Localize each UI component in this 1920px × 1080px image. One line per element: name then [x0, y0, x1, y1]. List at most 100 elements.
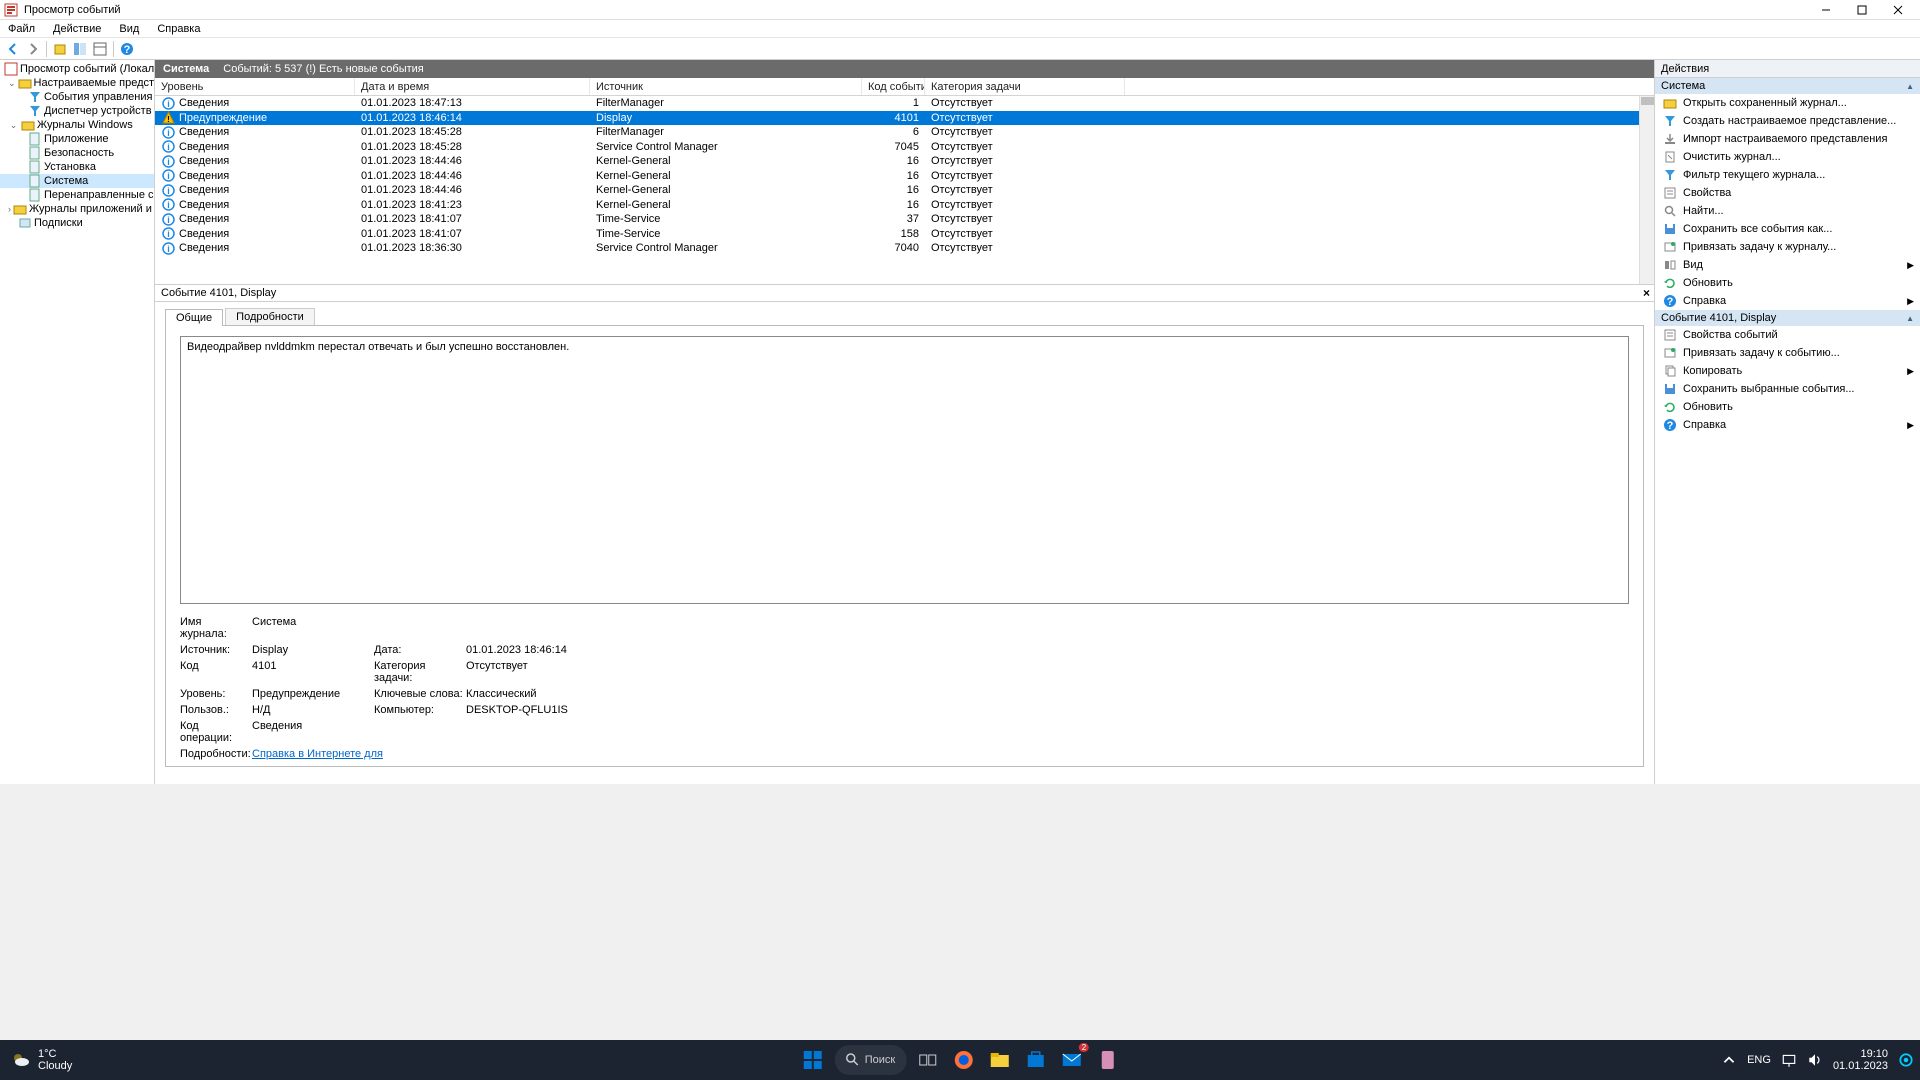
action-item[interactable]: Найти...: [1655, 202, 1920, 220]
event-row[interactable]: iСведения01.01.2023 18:41:23Kernel-Gener…: [155, 198, 1654, 213]
event-source: FilterManager: [590, 126, 862, 138]
store-icon[interactable]: [1021, 1045, 1051, 1075]
event-row[interactable]: iСведения01.01.2023 18:45:28Service Cont…: [155, 140, 1654, 155]
event-row[interactable]: iСведения01.01.2023 18:41:07Time-Service…: [155, 227, 1654, 242]
actions-section-system[interactable]: Система▲: [1655, 78, 1920, 94]
minimize-button[interactable]: [1808, 1, 1844, 19]
expand-icon[interactable]: ⌄: [8, 78, 16, 89]
maximize-button[interactable]: [1844, 1, 1880, 19]
col-date[interactable]: Дата и время: [355, 78, 590, 95]
toolbar-help-icon[interactable]: ?: [118, 40, 136, 58]
clock[interactable]: 19:1001.01.2023: [1833, 1048, 1888, 1072]
tree-custom-views[interactable]: Настраиваемые представл: [34, 77, 155, 89]
tab-general[interactable]: Общие: [165, 309, 223, 326]
actions-section-event[interactable]: Событие 4101, Display▲: [1655, 310, 1920, 326]
action-item[interactable]: Импорт настраиваемого представления: [1655, 130, 1920, 148]
tree-root[interactable]: Просмотр событий (Локальный: [20, 63, 155, 75]
start-button[interactable]: [797, 1044, 829, 1076]
close-button[interactable]: [1880, 1, 1916, 19]
nav-tree[interactable]: Просмотр событий (Локальный ⌄ Настраиваем…: [0, 60, 155, 784]
search-box[interactable]: Поиск: [835, 1045, 907, 1075]
network-icon[interactable]: [1781, 1052, 1797, 1068]
back-button[interactable]: [4, 40, 22, 58]
action-item[interactable]: Копировать▶: [1655, 362, 1920, 380]
expand-icon[interactable]: ›: [8, 204, 11, 214]
detail-close-button[interactable]: ×: [1643, 286, 1650, 300]
svg-text:i: i: [167, 157, 170, 167]
prop-value: Сведения: [252, 720, 372, 744]
menu-help[interactable]: Справка: [155, 22, 202, 36]
refresh-icon: [1663, 276, 1677, 290]
tree-item[interactable]: События управления: [44, 91, 152, 103]
online-help-link[interactable]: Справка в Интернете для: [252, 748, 383, 760]
action-item[interactable]: Создать настраиваемое представление...: [1655, 112, 1920, 130]
notifications-icon[interactable]: [1898, 1052, 1914, 1068]
tree-item[interactable]: Установка: [44, 161, 96, 173]
tray-chevron-icon[interactable]: [1721, 1052, 1737, 1068]
tree-item[interactable]: Безопасность: [44, 147, 114, 159]
tree-item[interactable]: Приложение: [44, 133, 109, 145]
action-item[interactable]: Обновить: [1655, 274, 1920, 292]
action-item[interactable]: Свойства событий: [1655, 326, 1920, 344]
action-item[interactable]: Сохранить все события как...: [1655, 220, 1920, 238]
toolbar-icon-1[interactable]: [51, 40, 69, 58]
mail-icon[interactable]: 2: [1057, 1045, 1087, 1075]
event-row[interactable]: iСведения01.01.2023 18:44:46Kernel-Gener…: [155, 154, 1654, 169]
action-item[interactable]: Открыть сохраненный журнал...: [1655, 94, 1920, 112]
action-item[interactable]: Сохранить выбранные события...: [1655, 380, 1920, 398]
col-source[interactable]: Источник: [590, 78, 862, 95]
col-code[interactable]: Код события: [862, 78, 925, 95]
tab-details[interactable]: Подробности: [225, 308, 315, 325]
language-indicator[interactable]: ENG: [1747, 1054, 1771, 1066]
action-item[interactable]: Свойства: [1655, 184, 1920, 202]
prop-label: Код: [180, 660, 250, 684]
action-item[interactable]: Привязать задачу к событию...: [1655, 344, 1920, 362]
firefox-icon[interactable]: [949, 1045, 979, 1075]
event-row[interactable]: !Предупреждение01.01.2023 18:46:14Displa…: [155, 111, 1654, 126]
weather-widget[interactable]: 1°CCloudy: [0, 1048, 82, 1072]
collapse-icon[interactable]: ▲: [1906, 314, 1914, 323]
volume-icon[interactable]: [1807, 1052, 1823, 1068]
collapse-icon[interactable]: ▲: [1906, 82, 1914, 91]
action-item[interactable]: Фильтр текущего журнала...: [1655, 166, 1920, 184]
grid-scrollbar[interactable]: [1639, 96, 1654, 284]
menu-action[interactable]: Действие: [51, 22, 103, 36]
detail-tabs: Общие Подробности: [155, 302, 1654, 325]
open-icon: [1663, 96, 1677, 110]
event-row[interactable]: iСведения01.01.2023 18:36:30Service Cont…: [155, 241, 1654, 256]
app-icon[interactable]: [1093, 1045, 1123, 1075]
submenu-arrow-icon: ▶: [1907, 296, 1914, 307]
action-item[interactable]: Вид▶: [1655, 256, 1920, 274]
explorer-icon[interactable]: [985, 1045, 1015, 1075]
event-row[interactable]: iСведения01.01.2023 18:47:13FilterManage…: [155, 96, 1654, 111]
col-level[interactable]: Уровень: [155, 78, 355, 95]
tree-app-logs[interactable]: Журналы приложений и сл: [29, 203, 155, 215]
toolbar-icon-2[interactable]: [71, 40, 89, 58]
action-item[interactable]: Очистить журнал...: [1655, 148, 1920, 166]
toolbar-icon-3[interactable]: [91, 40, 109, 58]
event-row[interactable]: iСведения01.01.2023 18:44:46Kernel-Gener…: [155, 183, 1654, 198]
event-row[interactable]: iСведения01.01.2023 18:45:28FilterManage…: [155, 125, 1654, 140]
tree-item[interactable]: Перенаправленные соб: [44, 189, 155, 201]
forward-button[interactable]: [24, 40, 42, 58]
tree-item-system[interactable]: Система: [44, 175, 88, 187]
action-item[interactable]: ?Справка▶: [1655, 416, 1920, 434]
log-name: Система: [163, 63, 209, 75]
event-grid[interactable]: iСведения01.01.2023 18:47:13FilterManage…: [155, 96, 1654, 284]
taskview-icon[interactable]: [913, 1045, 943, 1075]
taskbar[interactable]: 1°CCloudy Поиск 2 ENG 19:1001.01.2023: [0, 1040, 1920, 1080]
tree-item[interactable]: Диспетчер устройств - l: [44, 105, 155, 117]
menu-view[interactable]: Вид: [117, 22, 141, 36]
menu-file[interactable]: Файл: [6, 22, 37, 36]
action-item[interactable]: ?Справка▶: [1655, 292, 1920, 310]
event-row[interactable]: iСведения01.01.2023 18:41:07Time-Service…: [155, 212, 1654, 227]
action-label: Копировать: [1683, 365, 1742, 377]
action-item[interactable]: Обновить: [1655, 398, 1920, 416]
event-date: 01.01.2023 18:47:13: [355, 97, 590, 109]
tree-windows-logs[interactable]: Журналы Windows: [37, 119, 133, 131]
action-item[interactable]: Привязать задачу к журналу...: [1655, 238, 1920, 256]
expand-icon[interactable]: ⌄: [8, 120, 19, 131]
col-category[interactable]: Категория задачи: [925, 78, 1125, 95]
event-row[interactable]: iСведения01.01.2023 18:44:46Kernel-Gener…: [155, 169, 1654, 184]
tree-subscriptions[interactable]: Подписки: [34, 217, 83, 229]
